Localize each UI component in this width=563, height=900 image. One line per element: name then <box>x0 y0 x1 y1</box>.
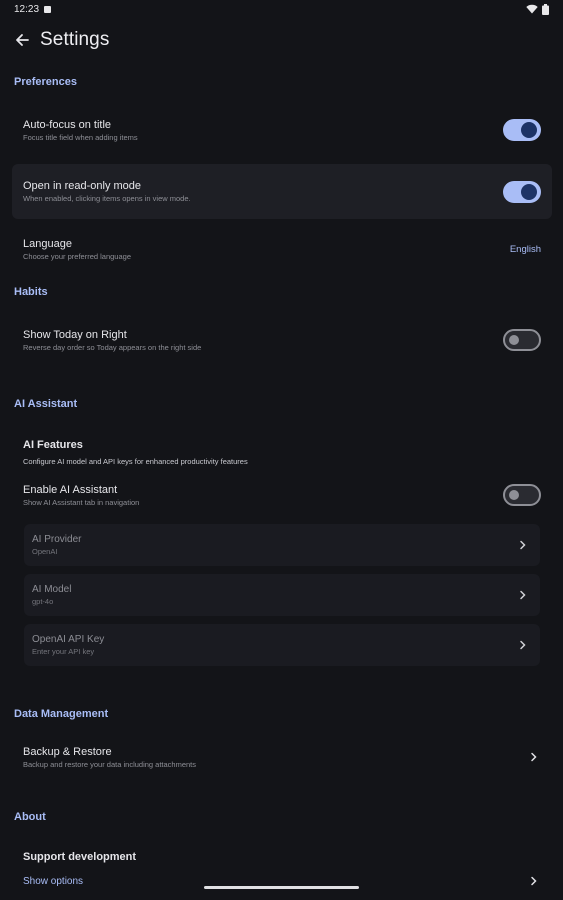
page-title: Settings <box>40 29 110 50</box>
enable-ai-toggle[interactable] <box>503 484 541 506</box>
ai-features-description: Configure AI model and API keys for enha… <box>23 456 248 466</box>
language-subtitle: Choose your preferred language <box>23 251 131 261</box>
ai-provider-item[interactable]: AI Provider OpenAI <box>24 524 540 566</box>
section-header-ai-assistant: AI Assistant <box>14 398 78 410</box>
backup-subtitle: Backup and restore your data including a… <box>23 759 197 769</box>
today-right-toggle[interactable] <box>503 329 541 351</box>
show-options-link[interactable]: Show options <box>23 876 83 887</box>
ai-model-title: AI Model <box>32 584 72 595</box>
language-value[interactable]: English <box>510 244 541 255</box>
home-indicator[interactable] <box>204 886 359 889</box>
chevron-right-icon <box>527 874 541 888</box>
today-right-subtitle: Reverse day order so Today appears on th… <box>23 342 202 352</box>
ai-features-block: AI Features Configure AI model and API k… <box>12 435 552 469</box>
autofocus-toggle[interactable] <box>503 119 541 141</box>
enable-ai-subtitle: Show AI Assistant tab in navigation <box>23 497 140 507</box>
arrow-left-icon <box>16 34 29 46</box>
api-key-title: OpenAI API Key <box>32 634 105 645</box>
app-bar: Settings <box>0 22 563 58</box>
language-setting[interactable]: Language Choose your preferred language … <box>12 232 552 266</box>
language-title: Language <box>23 237 72 250</box>
today-right-setting[interactable]: Show Today on Right Reverse day order so… <box>12 322 552 358</box>
ai-provider-title: AI Provider <box>32 534 82 545</box>
ai-model-value: gpt-4o <box>32 597 54 606</box>
readonly-toggle[interactable] <box>503 180 541 203</box>
autofocus-subtitle: Focus title field when adding items <box>23 132 138 142</box>
ai-provider-value: OpenAI <box>32 547 58 556</box>
battery-icon <box>542 3 549 15</box>
section-header-preferences: Preferences <box>14 76 77 88</box>
today-right-title: Show Today on Right <box>23 328 127 341</box>
support-title: Support development <box>23 851 137 863</box>
autofocus-setting[interactable]: Auto-focus on title Focus title field wh… <box>12 112 552 148</box>
ai-features-title: AI Features <box>23 438 83 451</box>
readonly-setting[interactable]: Open in read-only mode When enabled, cli… <box>12 164 552 219</box>
section-header-habits: Habits <box>14 286 48 298</box>
chevron-right-icon <box>516 588 530 602</box>
api-key-value: Enter your API key <box>32 647 95 656</box>
section-header-data-management: Data Management <box>14 708 109 720</box>
readonly-title: Open in read-only mode <box>23 180 142 192</box>
ai-model-item[interactable]: AI Model gpt-4o <box>24 574 540 616</box>
section-header-about: About <box>14 811 46 823</box>
notification-icon <box>44 5 52 13</box>
api-key-item[interactable]: OpenAI API Key Enter your API key <box>24 624 540 666</box>
readonly-subtitle: When enabled, clicking items opens in vi… <box>23 194 191 203</box>
backup-restore-item[interactable]: Backup & Restore Backup and restore your… <box>12 740 552 774</box>
wifi-icon <box>526 4 538 14</box>
chevron-right-icon <box>516 638 530 652</box>
backup-title: Backup & Restore <box>23 745 112 758</box>
chevron-right-icon <box>516 538 530 552</box>
status-time: 12:23 <box>14 3 40 15</box>
autofocus-title: Auto-focus on title <box>23 118 112 131</box>
enable-ai-title: Enable AI Assistant <box>23 483 118 496</box>
back-button[interactable] <box>10 28 34 52</box>
status-bar: 12:23 <box>0 0 563 18</box>
chevron-right-icon <box>527 750 541 764</box>
enable-ai-setting[interactable]: Enable AI Assistant Show AI Assistant ta… <box>12 477 552 513</box>
support-development-block: Support development <box>12 846 552 868</box>
